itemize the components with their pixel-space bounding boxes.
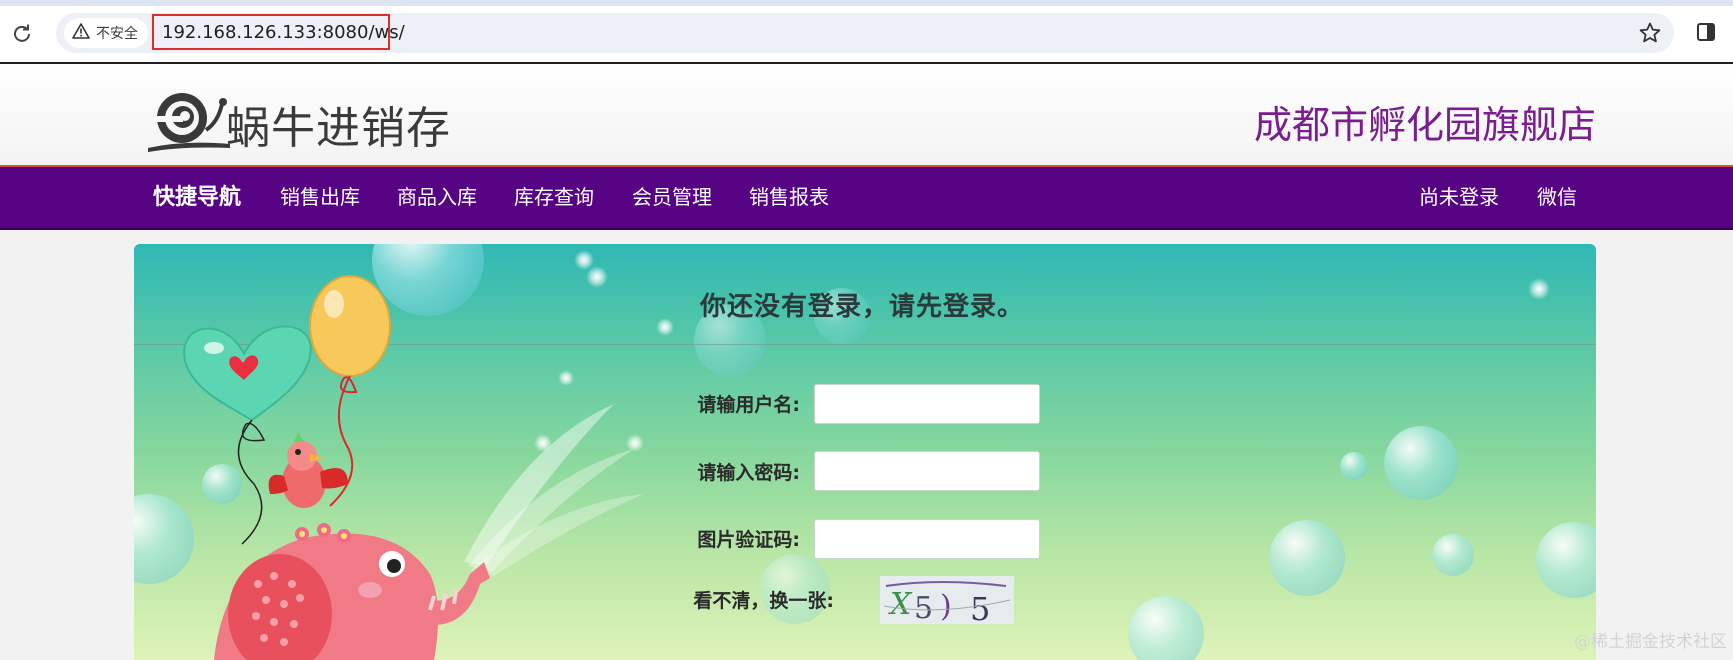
main-nav: 快捷导航 销售出库 商品入库 库存查询 会员管理 销售报表 尚未登录 微信: [0, 167, 1733, 230]
nav-item-member-management[interactable]: 会员管理: [632, 167, 712, 228]
captcha-input[interactable]: [814, 519, 1040, 559]
reload-icon[interactable]: [11, 22, 33, 44]
side-panel-icon[interactable]: [1696, 22, 1718, 44]
login-title: 你还没有登录，请先登录。: [700, 292, 1025, 322]
bubble-decoration: [1432, 534, 1474, 576]
bookmark-star-icon[interactable]: [1638, 21, 1662, 45]
site-header: 蜗牛进销存 成都市孵化园旗舰店: [0, 64, 1733, 166]
username-label: 请输用户名:: [697, 394, 800, 416]
security-label: 不安全: [96, 26, 138, 42]
security-indicator[interactable]: 不安全: [64, 18, 148, 48]
sparkle-decoration: [1528, 278, 1550, 300]
nav-item-sales-out[interactable]: 销售出库: [280, 167, 360, 228]
warning-icon: [72, 23, 90, 43]
svg-text:): ): [940, 589, 952, 624]
refresh-captcha-label: 看不清，换一张:: [693, 590, 834, 612]
bubble-decoration: [1536, 522, 1596, 598]
watermark: @稀土掘金技术社区: [1574, 632, 1727, 652]
tab-strip: [0, 0, 1733, 6]
nav-item-sales-report[interactable]: 销售报表: [749, 167, 829, 228]
logo-text: 蜗牛进销存: [226, 103, 451, 154]
bubble-decoration: [1269, 520, 1345, 596]
username-input[interactable]: [814, 384, 1040, 424]
bubble-decoration: [1384, 426, 1458, 500]
elephant-balloons-illustration: [183, 275, 644, 660]
captcha-image[interactable]: X 5 ) 5: [880, 576, 1014, 628]
nav-item-goods-in[interactable]: 商品入库: [397, 167, 477, 228]
bubble-decoration: [1340, 452, 1368, 480]
nav-item-wechat[interactable]: 微信: [1537, 167, 1577, 228]
login-panel: 你还没有登录，请先登录。 请输用户名: 请输入密码: 图片验证码: 看不清，换一…: [134, 244, 1596, 660]
password-label: 请输入密码:: [697, 462, 800, 484]
password-input[interactable]: [814, 451, 1040, 491]
nav-item-not-logged-in[interactable]: 尚未登录: [1419, 167, 1499, 228]
bubble-decoration: [1128, 596, 1204, 660]
address-bar[interactable]: 不安全 192.168.126.133:8080/ws/: [56, 13, 1674, 53]
svg-text:X: X: [888, 587, 913, 622]
captcha-label: 图片验证码:: [697, 529, 800, 551]
url-text[interactable]: 192.168.126.133:8080/ws/: [152, 14, 405, 50]
svg-text:5: 5: [914, 591, 933, 624]
nav-item-stock-query[interactable]: 库存查询: [514, 167, 594, 228]
nav-brand-quick-nav[interactable]: 快捷导航: [153, 167, 241, 228]
store-name: 成都市孵化园旗舰店: [1253, 103, 1596, 147]
browser-toolbar: 不安全 192.168.126.133:8080/ws/: [0, 0, 1733, 64]
